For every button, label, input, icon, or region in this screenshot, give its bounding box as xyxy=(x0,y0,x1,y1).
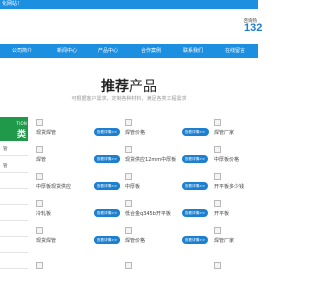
view-details-button[interactable]: 查看详情>> xyxy=(94,128,120,136)
product-card: 焊管厂家 xyxy=(214,119,294,145)
product-image[interactable] xyxy=(125,227,132,234)
product-image[interactable] xyxy=(125,146,132,153)
view-details-button[interactable]: 查看详情>> xyxy=(94,236,120,244)
nav-item-message[interactable]: 在线留言 xyxy=(225,44,245,58)
top-bar-text: 化网站！ xyxy=(2,1,23,7)
product-name[interactable]: 现货焊管 xyxy=(36,237,56,244)
product-card: 中厚板价格 xyxy=(214,146,294,172)
view-details-button[interactable]: 查看详情>> xyxy=(94,182,120,190)
sidebar-item-label xyxy=(0,196,3,201)
section-title-bold: 推荐 xyxy=(101,79,129,95)
category-header: TION 类 xyxy=(0,117,28,141)
nav-item-about[interactable]: 公司简介 xyxy=(12,44,32,58)
product-name[interactable]: 中厚板现货供应 xyxy=(36,183,71,190)
sidebar-item-label xyxy=(0,244,3,249)
product-name[interactable]: 焊管厂家 xyxy=(214,237,234,244)
product-name[interactable]: 开平板 xyxy=(214,210,229,217)
product-card: 开平板多少钱 xyxy=(214,173,294,199)
main-nav: 公司简介 新闻中心 产品中心 合作案例 联系我们 在线留言 xyxy=(0,44,258,58)
view-details-button[interactable]: 查看详情>> xyxy=(182,236,208,244)
product-name[interactable]: 现货供应12mm中厚板 xyxy=(125,156,176,163)
sidebar-item[interactable] xyxy=(0,258,28,269)
product-image[interactable] xyxy=(214,173,221,180)
top-bar: 化网站！ xyxy=(0,0,258,9)
product-image[interactable] xyxy=(36,173,43,180)
sidebar-item[interactable]: 管 xyxy=(0,145,28,156)
product-image[interactable] xyxy=(214,200,221,207)
sidebar-item-label xyxy=(0,228,3,233)
product-name[interactable]: 现货焊管 xyxy=(36,129,56,136)
product-image[interactable] xyxy=(214,262,221,269)
product-card xyxy=(214,262,294,288)
product-image[interactable] xyxy=(214,146,221,153)
product-name[interactable]: 开平板多少钱 xyxy=(214,183,244,190)
product-image[interactable] xyxy=(214,119,221,126)
product-name[interactable]: 焊管价格 xyxy=(125,237,145,244)
view-details-button[interactable]: 查看详情>> xyxy=(182,128,208,136)
nav-item-news[interactable]: 新闻中心 xyxy=(57,44,77,58)
product-image[interactable] xyxy=(36,119,43,126)
nav-item-products[interactable]: 产品中心 xyxy=(98,44,118,58)
category-header-en: TION xyxy=(16,121,27,126)
product-card: 现货焊管 查看详情>> xyxy=(36,119,120,145)
sidebar-item[interactable] xyxy=(0,242,28,253)
product-name[interactable]: 焊管 xyxy=(36,156,46,163)
product-image[interactable] xyxy=(214,227,221,234)
product-image[interactable] xyxy=(125,262,132,269)
sidebar-item-label xyxy=(0,180,3,185)
product-image[interactable] xyxy=(36,262,43,269)
product-card: 开平板 xyxy=(214,200,294,226)
section-title-rest: 产品 xyxy=(129,79,157,95)
sidebar-item-label xyxy=(0,212,3,217)
category-header-cn: 类 xyxy=(16,130,26,140)
product-name[interactable]: 焊管价格 xyxy=(125,129,145,136)
product-card: 焊管厂家 xyxy=(214,227,294,253)
product-image[interactable] xyxy=(36,200,43,207)
sidebar-item[interactable] xyxy=(0,210,28,221)
product-name[interactable]: 焊管厂家 xyxy=(214,129,234,136)
sidebar-item[interactable]: 管 xyxy=(0,162,28,173)
product-image[interactable] xyxy=(36,146,43,153)
section-title: 推荐产品 xyxy=(0,76,258,96)
product-image[interactable] xyxy=(125,173,132,180)
nav-item-contact[interactable]: 联系我们 xyxy=(183,44,203,58)
product-image[interactable] xyxy=(125,200,132,207)
sidebar-item[interactable] xyxy=(0,226,28,237)
product-image[interactable] xyxy=(36,227,43,234)
sidebar-item-label: 管 xyxy=(3,164,8,169)
view-details-button[interactable]: 查看详情>> xyxy=(94,155,120,163)
product-name[interactable]: 中厚板 xyxy=(125,183,140,190)
section-subtitle: 可根据客户需求，定制各种材料，满足各类工程需求 xyxy=(71,96,187,102)
view-details-button[interactable]: 查看详情>> xyxy=(182,182,208,190)
product-name[interactable]: 低合金q345b开平板 xyxy=(125,210,171,217)
view-details-button[interactable]: 查看详情>> xyxy=(94,209,120,217)
sidebar-item[interactable] xyxy=(0,178,28,189)
view-details-button[interactable]: 查看详情>> xyxy=(182,209,208,217)
sidebar-item[interactable] xyxy=(0,194,28,205)
product-name[interactable]: 冷轧板 xyxy=(36,210,51,217)
product-card xyxy=(125,262,205,288)
product-name[interactable]: 中厚板价格 xyxy=(214,156,239,163)
sidebar-item-label: 管 xyxy=(3,147,8,152)
product-image[interactable] xyxy=(125,119,132,126)
sidebar-item-label xyxy=(0,260,3,265)
product-card xyxy=(36,262,116,288)
hotline-number: 132 xyxy=(244,22,263,34)
nav-item-cases[interactable]: 合作案例 xyxy=(141,44,161,58)
view-details-button[interactable]: 查看详情>> xyxy=(182,155,208,163)
